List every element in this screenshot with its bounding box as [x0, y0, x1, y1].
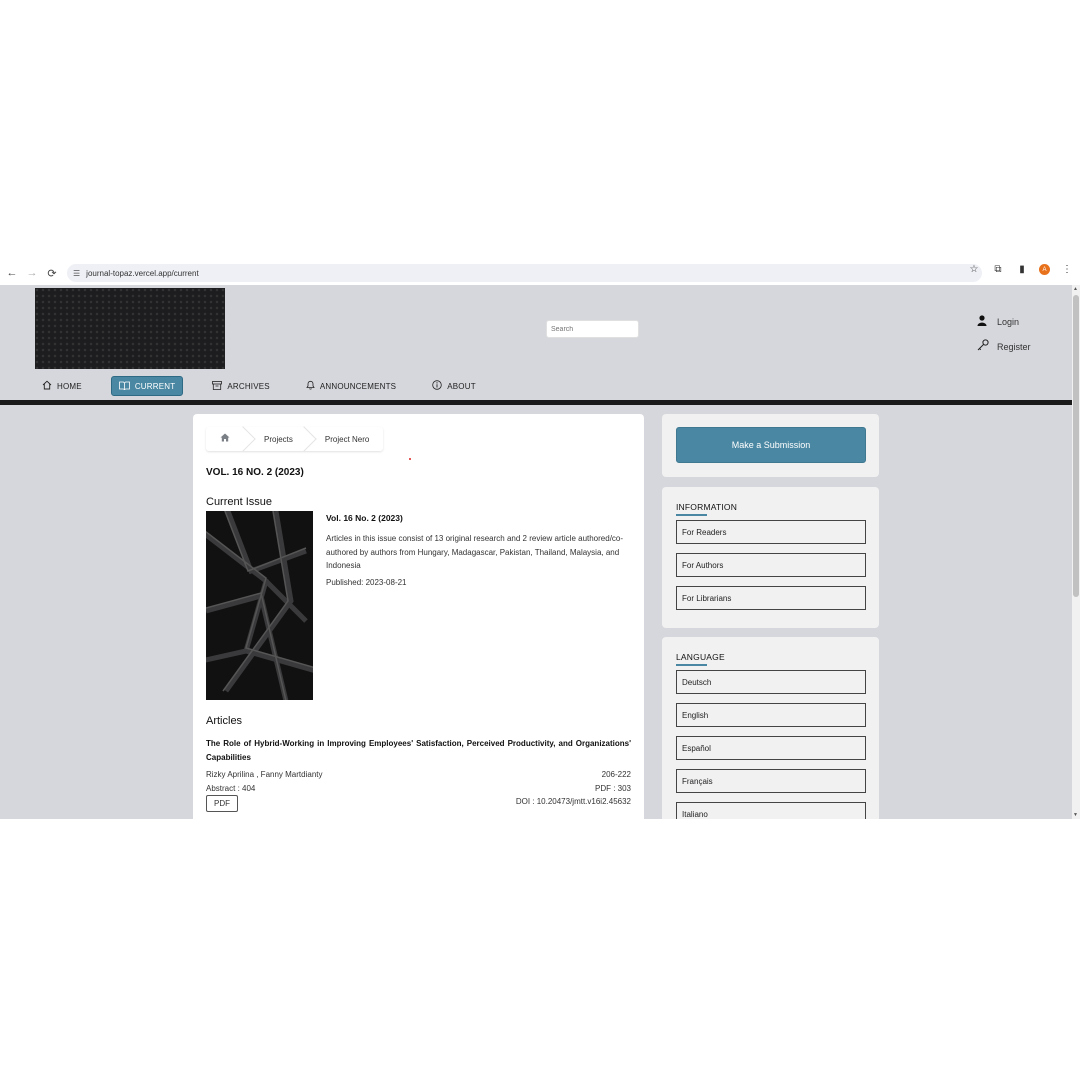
submission-block: Make a Submission — [662, 414, 879, 477]
information-heading: INFORMATION — [676, 502, 738, 512]
site-settings-icon[interactable]: ☰ — [73, 269, 80, 278]
login-link[interactable]: Login — [977, 309, 1031, 334]
nav-archives[interactable]: ARCHIVES — [205, 376, 277, 396]
site-logo[interactable] — [35, 288, 225, 369]
pdf-count: PDF : 303 — [594, 784, 631, 793]
published-date: Published: 2023-08-21 — [326, 577, 407, 587]
language-option-espanol[interactable]: Español — [676, 736, 866, 760]
nav-announcements-label: ANNOUNCEMENTS — [319, 381, 397, 391]
side-panel-icon[interactable]: ▮ — [1015, 264, 1029, 275]
heading-underline — [676, 664, 707, 666]
nav-announcements[interactable]: ANNOUNCEMENTS — [299, 376, 403, 396]
nav-archives-label: ARCHIVES — [227, 381, 270, 391]
nav-divider — [0, 400, 1072, 405]
info-link-librarians[interactable]: For Librarians — [676, 586, 866, 610]
article-pages: 206-222 — [601, 770, 631, 779]
language-option-deutsch[interactable]: Deutsch — [676, 670, 866, 694]
language-heading: LANGUAGE — [676, 652, 725, 662]
register-link[interactable]: Register — [977, 334, 1031, 359]
nav-current-label: CURRENT — [134, 381, 176, 391]
page-scrollbar[interactable]: ▲ ▼ — [1072, 285, 1080, 819]
url-text[interactable]: journal-topaz.vercel.app/current — [86, 269, 199, 278]
nav-home[interactable]: HOME — [35, 376, 89, 396]
heading-underline — [676, 514, 707, 516]
nav-home-label: HOME — [57, 381, 82, 391]
pdf-button[interactable]: PDF — [206, 795, 238, 812]
book-icon — [118, 381, 130, 392]
extensions-icon[interactable]: ⧉ — [991, 264, 1005, 275]
kebab-menu-icon[interactable]: ⋮ — [1060, 264, 1074, 275]
breadcrumb-item[interactable]: Project Nero — [307, 427, 383, 451]
abstract-count: Abstract : 404 — [206, 784, 256, 793]
info-icon — [432, 380, 442, 392]
register-label: Register — [997, 341, 1031, 352]
scroll-up-icon[interactable]: ▲ — [1073, 286, 1078, 292]
home-icon — [42, 380, 52, 392]
address-bar[interactable]: ☰ journal-topaz.vercel.app/current — [67, 264, 982, 282]
issue-cover-image[interactable] — [206, 511, 313, 700]
issue-title[interactable]: Vol. 16 No. 2 (2023) — [326, 513, 626, 523]
journal-site: Login Register HOME CURRENT — [0, 285, 1072, 819]
login-label: Login — [997, 316, 1020, 327]
language-option-francais[interactable]: Français — [676, 769, 866, 793]
browser-actions: ☆ ⧉ ▮ A ⋮ — [967, 264, 1074, 275]
issue-summary: Vol. 16 No. 2 (2023) Articles in this is… — [326, 513, 626, 587]
profile-avatar[interactable]: A — [1039, 264, 1050, 275]
info-link-authors[interactable]: For Authors — [676, 553, 866, 577]
scroll-down-icon[interactable]: ▼ — [1073, 812, 1078, 818]
nav-current[interactable]: CURRENT — [110, 376, 184, 396]
current-issue-heading: Current Issue — [206, 496, 273, 508]
breadcrumb-home[interactable] — [206, 427, 246, 451]
scrollbar-thumb[interactable] — [1073, 295, 1079, 597]
articles-heading: Articles — [206, 715, 243, 727]
breadcrumb: Projects Project Nero — [206, 427, 384, 451]
article-authors: Rizky Aprilina , Fanny Martdianty — [206, 770, 323, 779]
make-submission-button[interactable]: Make a Submission — [676, 427, 866, 463]
main-navigation: HOME CURRENT ARCHIVES ANNOUNCEMENTS ABOU… — [35, 376, 505, 396]
user-menu: Login Register — [977, 309, 1031, 359]
nav-about[interactable]: ABOUT — [425, 376, 483, 396]
red-dot-marker — [409, 458, 411, 460]
archive-icon — [212, 380, 223, 392]
search-input[interactable] — [546, 320, 639, 338]
browser-window: ← → ⟳ ☰ journal-topaz.vercel.app/current… — [0, 261, 1080, 819]
key-icon — [977, 339, 989, 354]
language-option-english[interactable]: English — [676, 703, 866, 727]
info-link-readers[interactable]: For Readers — [676, 520, 866, 544]
user-icon — [977, 314, 989, 329]
issue-description: Articles in this issue consist of 13 ori… — [326, 534, 624, 570]
bell-icon — [306, 380, 315, 392]
information-block: INFORMATION For Readers For Authors For … — [662, 487, 879, 628]
article-doi[interactable]: DOI : 10.20473/jmtt.v16i2.45632 — [516, 797, 631, 806]
back-arrow-icon[interactable]: ← — [2, 263, 22, 283]
star-bookmark-icon[interactable]: ☆ — [967, 264, 981, 275]
language-option-italiano[interactable]: Italiano — [676, 802, 866, 819]
article-title[interactable]: The Role of Hybrid-Working in Improving … — [206, 737, 631, 764]
home-icon — [220, 433, 230, 445]
main-content: Projects Project Nero VOL. 16 NO. 2 (202… — [193, 414, 644, 819]
forward-arrow-icon[interactable]: → — [22, 263, 42, 283]
language-block: LANGUAGE Deutsch English Español Françai… — [662, 637, 879, 819]
page-title: VOL. 16 NO. 2 (2023) — [206, 467, 304, 478]
browser-toolbar: ← → ⟳ ☰ journal-topaz.vercel.app/current… — [0, 261, 1080, 285]
reload-icon[interactable]: ⟳ — [42, 263, 62, 283]
nav-about-label: ABOUT — [447, 381, 476, 391]
breadcrumb-item[interactable]: Projects — [246, 427, 307, 451]
